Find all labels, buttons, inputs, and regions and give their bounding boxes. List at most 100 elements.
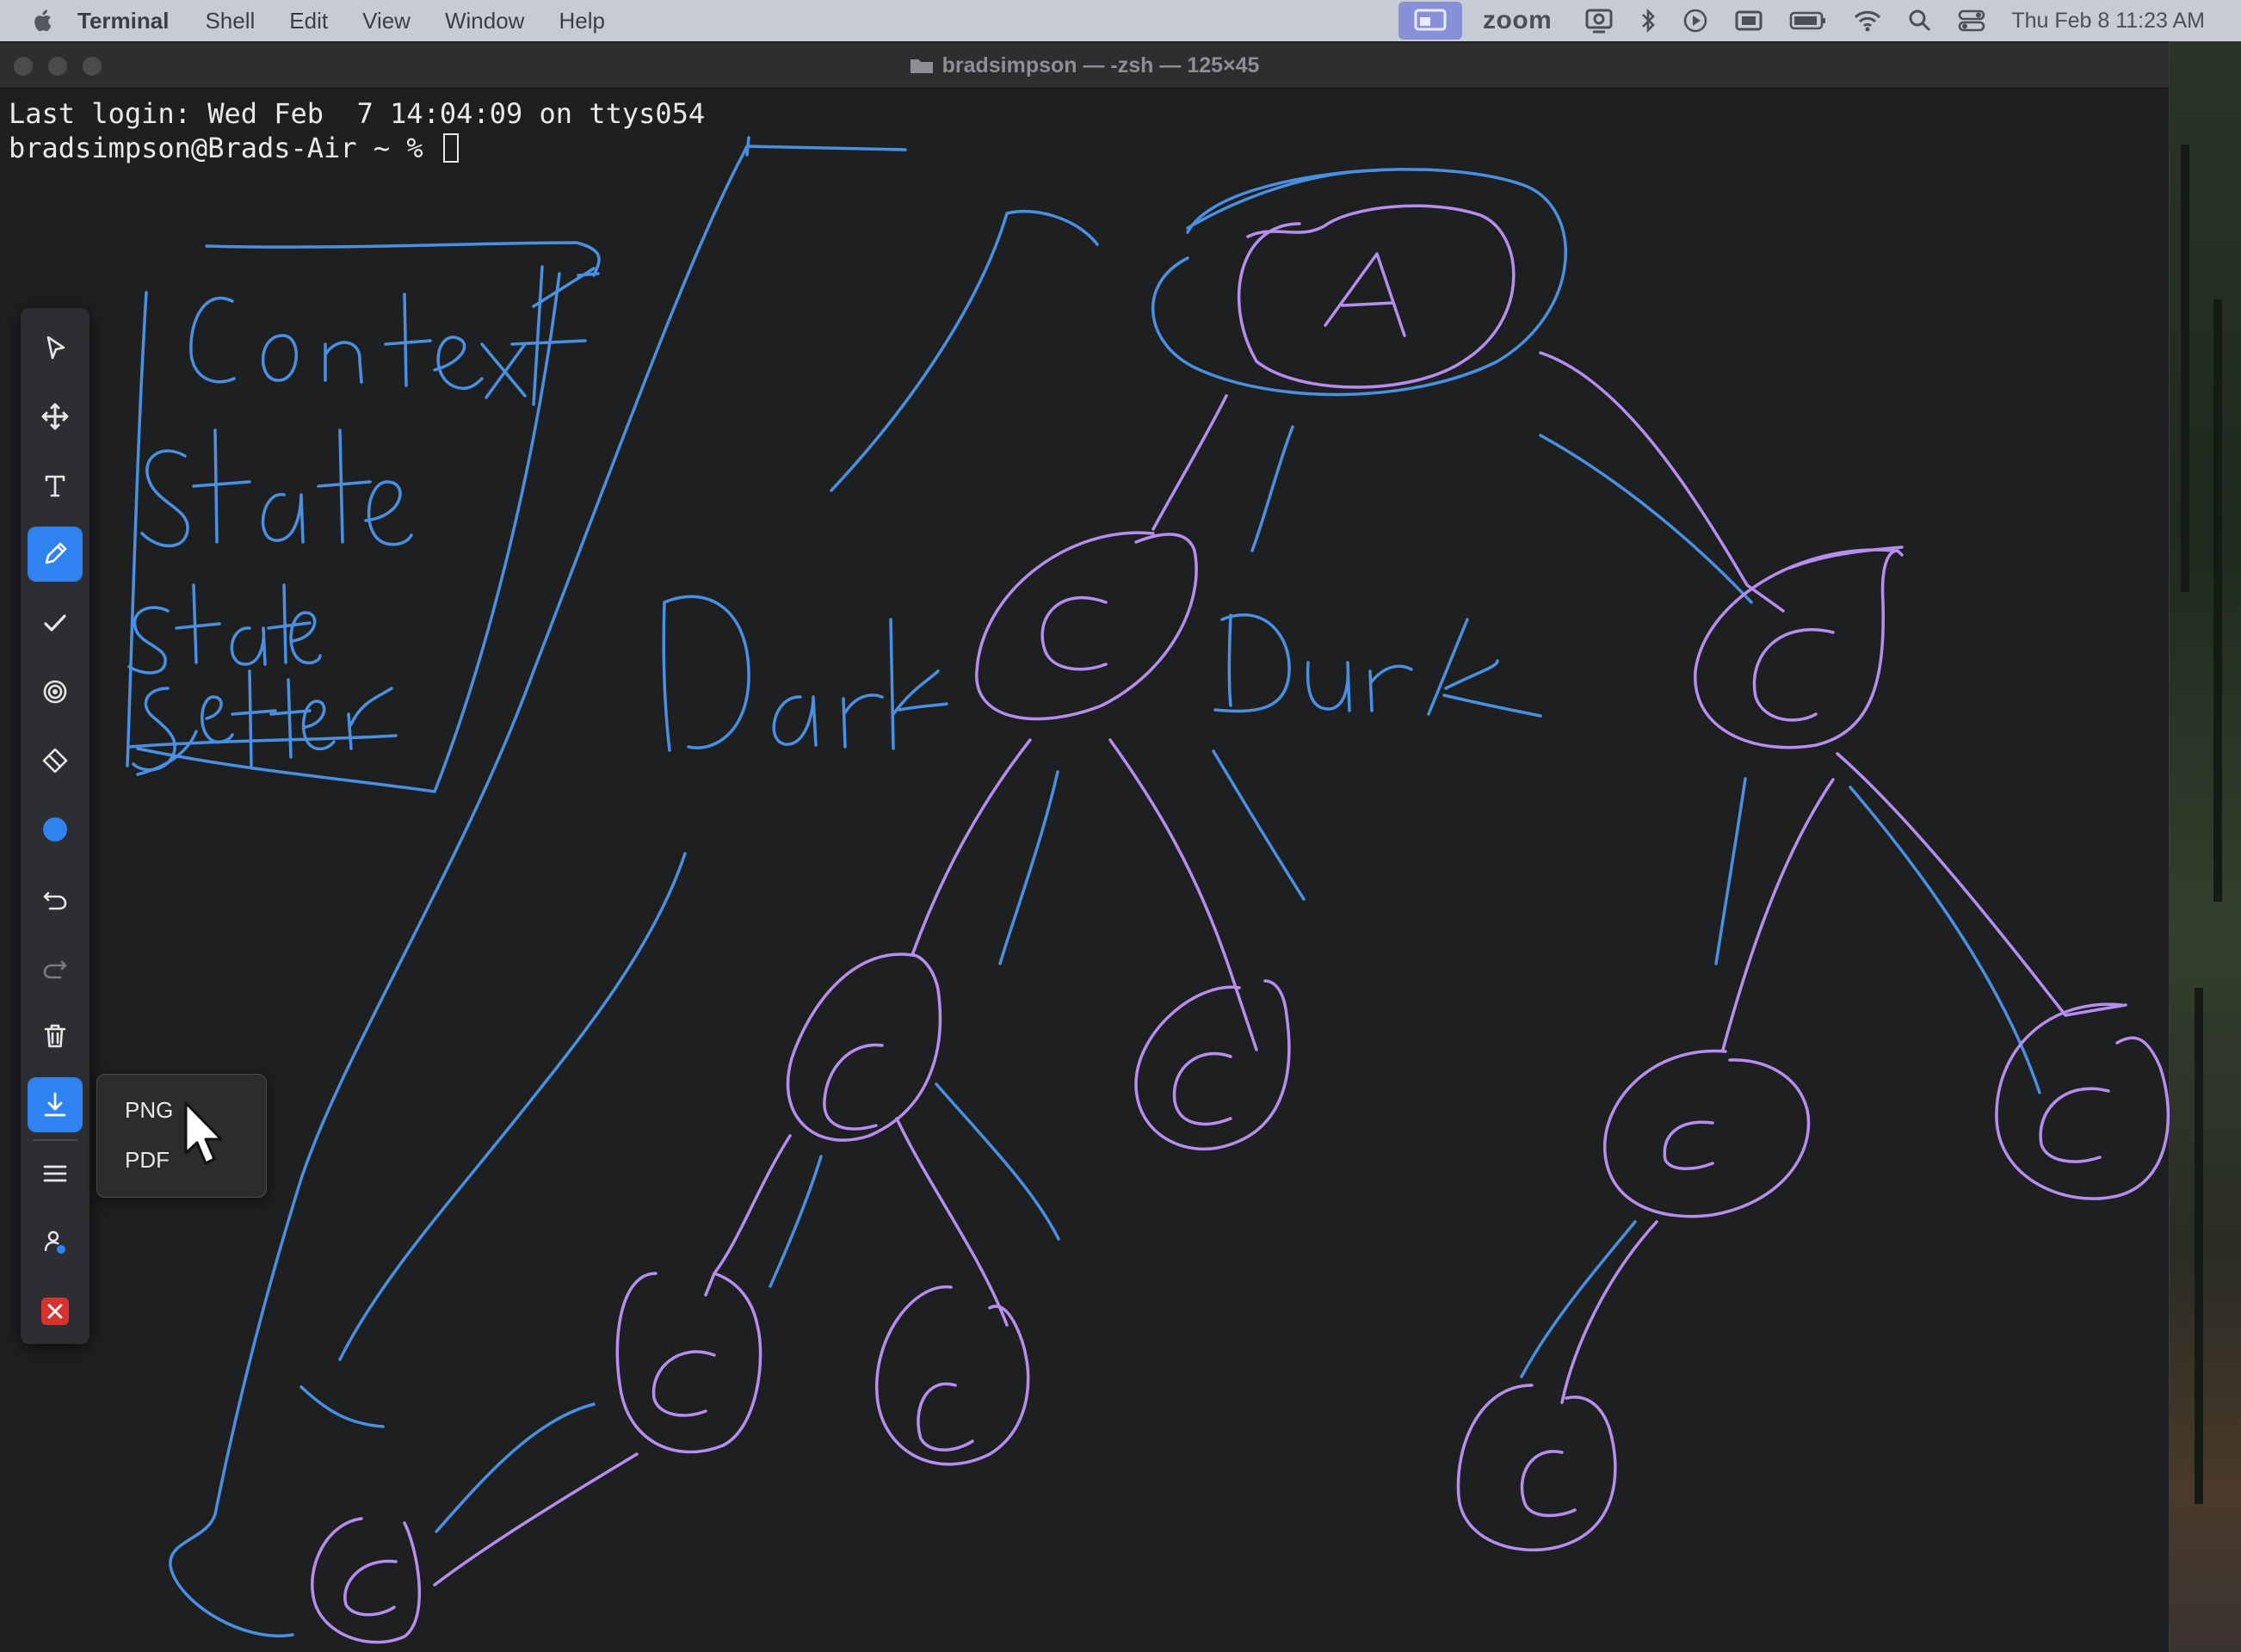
sketch-letter-r	[347, 687, 393, 750]
sketch-letter-x	[480, 342, 527, 399]
sketch-box-left	[126, 291, 148, 767]
sketch-underline	[127, 734, 398, 749]
sketch-letter-D2	[1213, 613, 1291, 713]
sketch-bracket-tick	[745, 136, 750, 157]
sketch-letter-r2	[842, 693, 884, 749]
redo-button[interactable]	[28, 940, 83, 995]
sketch-letter-e2	[364, 480, 413, 546]
tree-edge-C7-C9	[433, 1452, 639, 1587]
sketch-letter-u	[1306, 661, 1351, 712]
download-icon	[44, 1092, 66, 1117]
sketch-letter-a3	[772, 695, 818, 747]
export-pdf-option[interactable]: PDF	[125, 1147, 170, 1174]
sketch-box-right	[433, 272, 561, 793]
sketch-edge-C4-C5	[1714, 777, 1747, 965]
tree-node-label-C3	[1172, 1051, 1232, 1126]
tree-node-label-C8	[917, 1382, 974, 1452]
sketch-edge-C4-C6	[1849, 786, 2041, 1094]
close-annotation-button[interactable]	[28, 1284, 83, 1339]
tree-edge-C2-C8	[895, 1117, 1009, 1327]
tree-node-label-C7	[651, 1350, 716, 1417]
undo-button[interactable]	[28, 871, 83, 926]
color-swatch-icon	[43, 817, 67, 841]
checkmark-icon	[44, 614, 66, 632]
hamburger-menu-icon	[43, 1165, 67, 1182]
blue-pen-strokes	[126, 136, 2041, 1637]
sketch-letter-a	[261, 493, 305, 544]
sketch-letter-e4	[201, 695, 234, 744]
sketch-letter-o	[261, 334, 299, 382]
sketch-edge-C2-C7	[769, 1155, 823, 1288]
tree-node-label-C2	[823, 1043, 884, 1131]
tree-node-C5	[1603, 1049, 1811, 1218]
pointer-arrow-icon	[46, 336, 65, 360]
tree-node-label-A	[1324, 252, 1406, 337]
sketch-letter-t2	[510, 265, 587, 406]
move-tool-button[interactable]	[28, 389, 83, 444]
spotlight-tool-button[interactable]	[28, 664, 83, 719]
spotlight-icon	[43, 680, 67, 704]
tree-edge-C4-C6	[1836, 752, 2127, 1017]
save-button[interactable]	[28, 1077, 83, 1132]
sketch-letter-S3	[132, 687, 176, 772]
sketch-bracket-foot	[299, 1385, 385, 1428]
text-tool-button[interactable]	[28, 458, 83, 513]
sketch-ellipse-A-tail	[1186, 169, 1379, 230]
eraser-tool-button[interactable]	[28, 733, 83, 788]
sketch-edge-C7-C9	[435, 1402, 596, 1533]
stamp-tool-button[interactable]	[28, 595, 83, 650]
color-picker-button[interactable]	[28, 802, 83, 857]
sketch-letter-C	[189, 296, 236, 384]
sketch-letter-e	[433, 336, 484, 390]
redo-icon	[43, 960, 67, 979]
select-tool-button[interactable]	[28, 320, 83, 375]
export-png-option[interactable]: PNG	[125, 1097, 173, 1124]
sketch-box-corner	[532, 267, 600, 308]
sketch-letter-e3	[289, 611, 322, 665]
sketch-letter-r3	[1368, 664, 1413, 712]
tree-node-label-C1	[1040, 596, 1108, 671]
pencil-icon	[45, 542, 67, 564]
sketch-edge-C2-C8	[935, 1082, 1060, 1241]
tree-node-label-C9	[343, 1559, 398, 1617]
tree-node-C7	[615, 1272, 762, 1454]
tree-edge-A-left	[1151, 394, 1228, 531]
sketch-box-bottom	[136, 747, 436, 793]
sketch-bracket-outer	[169, 145, 907, 1637]
pen-tool-button[interactable]	[28, 527, 83, 582]
text-t-icon	[45, 475, 65, 497]
annotation-toolbar	[21, 308, 90, 1344]
tree-node-A	[1238, 204, 1516, 389]
sketch-letter-D	[662, 595, 750, 752]
sketch-letter-k	[889, 618, 948, 750]
tree-node-C10	[1456, 1384, 1617, 1552]
sketch-edge-A-C-right	[1539, 434, 1753, 604]
sketch-letter-t5	[175, 583, 221, 664]
sketch-letter-t6	[267, 583, 312, 664]
tree-node-C8	[875, 1285, 1030, 1466]
sketch-box-top	[205, 241, 601, 277]
tree-node-label-C6	[2039, 1087, 2110, 1163]
sketch-edge-C5-C10	[1520, 1220, 1637, 1378]
tree-node-C9	[311, 1517, 421, 1644]
tree-edge-C5-C10	[1560, 1220, 1658, 1404]
export-format-menu: PNG PDF	[96, 1074, 267, 1198]
tree-node-C6	[1995, 1002, 2170, 1200]
tree-node-label-C10	[1520, 1450, 1577, 1518]
person-icon	[44, 1230, 65, 1254]
sketch-letter-t7	[231, 669, 277, 767]
sketch-letter-k2	[1427, 618, 1542, 718]
more-menu-button[interactable]	[28, 1146, 83, 1201]
sketch-letter-S	[140, 449, 189, 548]
close-icon	[41, 1298, 69, 1325]
participant-button[interactable]	[28, 1215, 83, 1270]
tree-node-C4	[1694, 548, 1904, 749]
tree-node-C1	[975, 531, 1198, 721]
delete-button[interactable]	[28, 1008, 83, 1063]
sketch-letter-t3	[192, 428, 251, 544]
trash-icon	[44, 1024, 66, 1048]
toolbar-divider	[33, 1139, 77, 1141]
move-arrows-icon	[41, 403, 69, 430]
annotation-canvas[interactable]	[0, 0, 2241, 1652]
purple-pen-strokes	[311, 204, 2170, 1644]
